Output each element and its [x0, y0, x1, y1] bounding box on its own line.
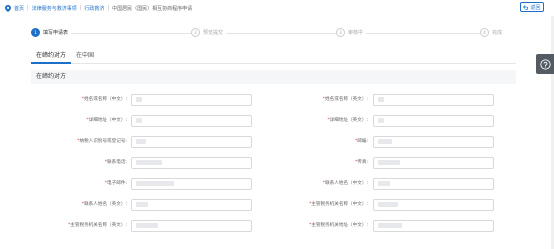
form-row: *姓名或名称（中文）: *姓名或名称（英文）:	[31, 94, 516, 106]
breadcrumb-separator: |	[27, 5, 29, 11]
step-label: 填写申请表	[43, 30, 69, 36]
field-label: *姓名或名称（中文）:	[81, 97, 127, 102]
field-label: *姓名或名称（英文）:	[322, 97, 368, 102]
back-button[interactable]: 返回	[520, 2, 544, 12]
section-title: 在缔约对方	[31, 70, 516, 84]
form-row: *联系人姓名（英文）: *主管税务机关名称（中文）:	[31, 199, 516, 211]
step-label: 预览提交	[203, 30, 224, 36]
step-number: 3	[336, 28, 345, 37]
field-label: *电子邮件:	[104, 181, 127, 186]
field-label: *联系人姓名（英文）:	[81, 202, 127, 207]
back-arrow-icon	[523, 4, 529, 10]
tab-contracting-party[interactable]: 在缔约对方	[31, 50, 72, 64]
step-reviewing: 3 审核中	[336, 28, 367, 37]
phone-input[interactable]	[131, 157, 252, 169]
step-label: 完成	[492, 30, 503, 36]
step-number: 2	[191, 28, 200, 37]
tab-bar: 在缔约对方 在中国	[31, 50, 516, 64]
form-row: *详细地址（中文）: *详细地址（英文）:	[31, 115, 516, 127]
postcode-input[interactable]	[373, 136, 494, 148]
name-en-input[interactable]	[373, 94, 494, 106]
tax-authority-address-cn-input[interactable]	[373, 220, 494, 232]
contact-name-cn-input[interactable]	[373, 178, 494, 190]
breadcrumb-current: 中国居民（国民）相互协商程序申请	[112, 5, 193, 12]
fax-input[interactable]	[373, 157, 494, 169]
step-complete: 4 完成	[480, 28, 506, 37]
field-label: *主管税务机关名称（英文）:	[68, 223, 127, 228]
field-label: *邮编:	[354, 139, 368, 144]
field-label: *纳税人识别号或登记号:	[77, 139, 127, 144]
field-label: *传真:	[354, 160, 368, 165]
location-pin-icon	[5, 4, 11, 12]
breadcrumb: 首页 | 法律服务与救济事项 | 行政救济 | 中国居民（国民）相互协商程序申请…	[0, 0, 554, 16]
field-label: *详细地址（英文）:	[327, 118, 368, 123]
breadcrumb-home[interactable]: 首页	[14, 5, 24, 12]
steps-track-line	[59, 33, 499, 34]
address-cn-input[interactable]	[131, 115, 252, 127]
name-cn-input[interactable]	[131, 94, 252, 106]
breadcrumb-separator: |	[79, 5, 82, 11]
contact-name-en-input[interactable]	[131, 199, 252, 211]
tax-authority-name-cn-input[interactable]	[373, 199, 494, 211]
field-label: *主管税务机关名称（中文）:	[309, 202, 368, 207]
breadcrumb-admin-relief[interactable]: 行政救济	[84, 5, 104, 12]
field-label: *主管税务机关地址（中文）:	[309, 223, 368, 228]
email-input[interactable]	[131, 178, 252, 190]
form-row: *主管税务机关名称（英文）: *主管税务机关地址（中文）:	[31, 220, 516, 232]
field-label: *联系人姓名（中文）:	[322, 181, 368, 186]
form-row: *联系电话: *传真:	[31, 157, 516, 169]
step-number: 4	[480, 28, 489, 37]
progress-steps: 1 填写申请表 2 预览提交 3 审核中 4 完成	[31, 28, 506, 40]
step-fill-form: 1 填写申请表	[31, 28, 72, 37]
back-button-label: 返回	[530, 4, 541, 11]
form-row: *纳税人识别号或登记号: *邮编:	[31, 136, 516, 148]
step-number: 1	[31, 28, 40, 37]
field-label: *联系电话:	[104, 160, 127, 165]
address-en-input[interactable]	[373, 115, 494, 127]
form-row: *电子邮件: *联系人姓名（中文）:	[31, 178, 516, 190]
tab-in-china[interactable]: 在中国	[71, 50, 99, 64]
field-label: *详细地址（中文）:	[86, 118, 127, 123]
step-label: 审核中	[348, 30, 364, 36]
help-button[interactable]	[536, 54, 554, 74]
breadcrumb-legal-services[interactable]: 法律服务与救济事项	[32, 5, 77, 12]
tax-authority-name-en-input[interactable]	[131, 220, 252, 232]
breadcrumb-separator: |	[107, 5, 110, 11]
step-preview-submit: 2 预览提交	[191, 28, 227, 37]
taxpayer-id-input[interactable]	[131, 136, 252, 148]
help-circle-icon	[539, 58, 551, 70]
